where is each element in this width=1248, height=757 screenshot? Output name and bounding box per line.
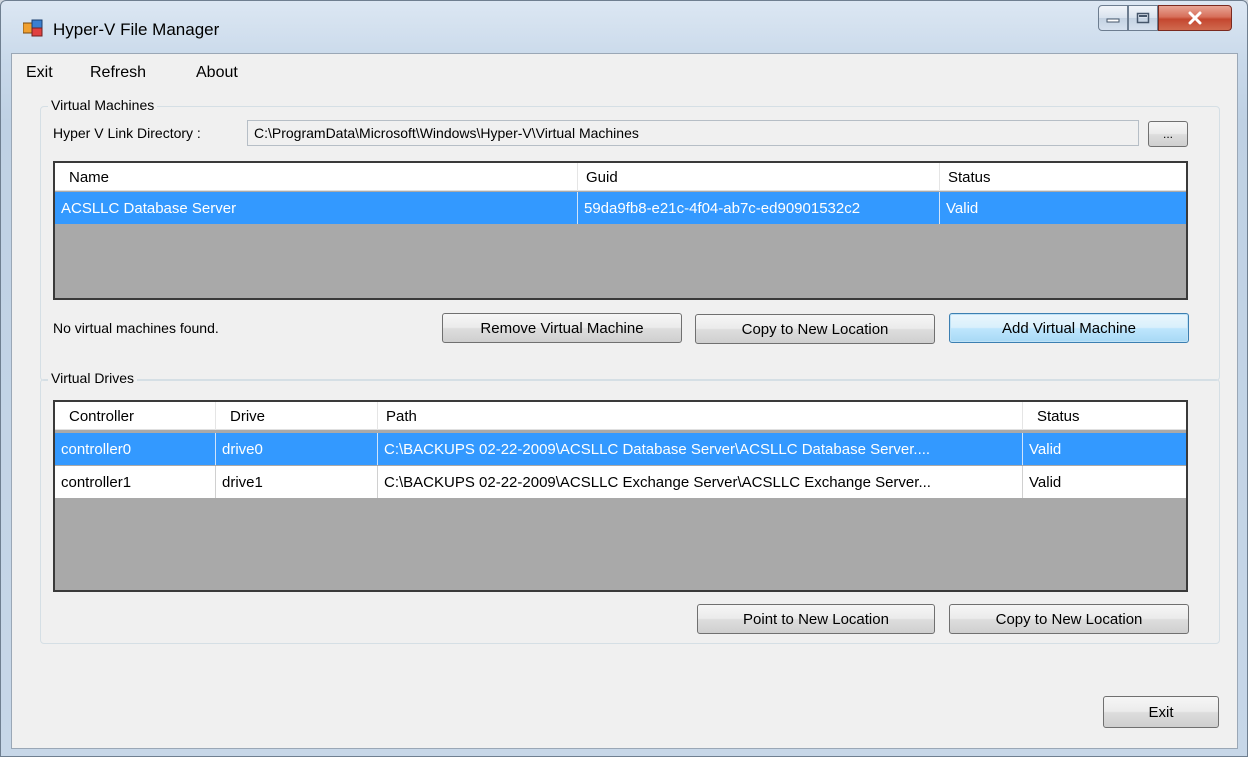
column-guid[interactable]: Guid — [578, 163, 940, 191]
link-directory-label: Hyper V Link Directory : — [53, 125, 201, 141]
path-cell: C:\BACKUPS 02-22-2009\ACSLLC Exchange Se… — [378, 466, 1023, 498]
virtual-machines-list[interactable]: Name Guid Status ACSLLC Database Server … — [53, 161, 1188, 300]
virtual-machines-list-header: Name Guid Status — [55, 163, 1186, 191]
copy-vm-to-new-location-button[interactable]: Copy to New Location — [695, 314, 935, 344]
column-path[interactable]: Path — [378, 402, 1023, 430]
menu-bar: Exit Refresh About — [12, 54, 1237, 90]
title-bar[interactable]: Hyper-V File Manager — [1, 1, 1247, 53]
app-window: Hyper-V File Manager Exit Refresh About — [0, 0, 1248, 757]
maximize-button[interactable] — [1128, 5, 1158, 31]
drive-status-cell: Valid — [1029, 474, 1062, 491]
minimize-icon — [1106, 18, 1120, 23]
column-status[interactable]: Status — [940, 163, 1186, 191]
table-row[interactable]: ACSLLC Database Server 59da9fb8-e21c-4f0… — [55, 192, 1186, 224]
link-directory-path[interactable]: C:\ProgramData\Microsoft\Windows\Hyper-V… — [247, 120, 1139, 146]
client-area: Exit Refresh About Virtual Machines Hype… — [11, 53, 1238, 749]
menu-about[interactable]: About — [196, 64, 238, 82]
vm-guid-cell: 59da9fb8-e21c-4f04-ab7c-ed90901532c2 — [578, 192, 940, 224]
vm-status-text: No virtual machines found. — [53, 320, 219, 336]
remove-virtual-machine-button[interactable]: Remove Virtual Machine — [442, 313, 682, 343]
drive-cell: drive1 — [216, 466, 378, 498]
column-name[interactable]: Name — [55, 163, 578, 191]
close-button[interactable] — [1158, 5, 1232, 31]
virtual-drives-list-header: Controller Drive Path Status — [55, 402, 1186, 430]
controller-cell: controller1 — [55, 466, 216, 498]
vm-name-cell: ACSLLC Database Server — [55, 192, 578, 224]
column-controller[interactable]: Controller — [55, 402, 216, 430]
column-drive[interactable]: Drive — [216, 402, 378, 430]
maximize-icon — [1136, 12, 1150, 24]
app-icon — [22, 19, 43, 37]
virtual-machines-group-label: Virtual Machines — [48, 97, 158, 113]
virtual-drives-group-label: Virtual Drives — [48, 370, 137, 386]
column-drive-status[interactable]: Status — [1023, 402, 1186, 430]
window-title: Hyper-V File Manager — [53, 20, 220, 39]
table-row[interactable]: controller0 drive0 C:\BACKUPS 02-22-2009… — [55, 433, 1186, 465]
menu-exit[interactable]: Exit — [26, 64, 53, 82]
vm-status-cell: Valid — [946, 200, 979, 217]
add-virtual-machine-button[interactable]: Add Virtual Machine — [949, 313, 1189, 343]
drive-cell: drive0 — [216, 433, 378, 465]
virtual-drives-list[interactable]: Controller Drive Path Status controller0… — [53, 400, 1188, 592]
controller-cell: controller0 — [55, 433, 216, 465]
minimize-button[interactable] — [1098, 5, 1128, 31]
copy-drive-to-new-location-button[interactable]: Copy to New Location — [949, 604, 1189, 634]
path-cell: C:\BACKUPS 02-22-2009\ACSLLC Database Se… — [378, 433, 1023, 465]
drive-status-cell: Valid — [1029, 441, 1062, 458]
exit-button[interactable]: Exit — [1103, 696, 1219, 728]
point-to-new-location-button[interactable]: Point to New Location — [697, 604, 935, 634]
close-icon — [1188, 11, 1202, 25]
table-row[interactable]: controller1 drive1 C:\BACKUPS 02-22-2009… — [55, 466, 1186, 498]
menu-refresh[interactable]: Refresh — [90, 64, 146, 82]
browse-button[interactable]: ... — [1148, 121, 1188, 147]
